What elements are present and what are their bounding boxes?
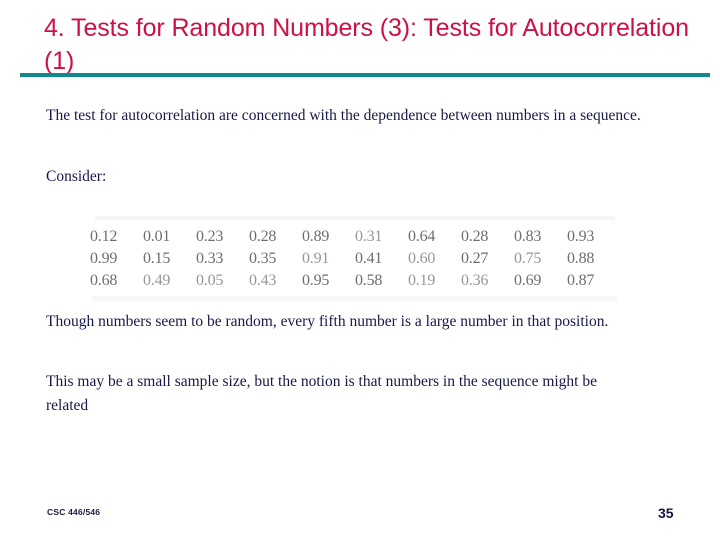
table-row: 0.68 0.49 0.05 0.43 0.95 0.58 0.19 0.36 … (90, 270, 620, 292)
grid-cell: 0.12 (90, 228, 118, 245)
footer-course-label: CSC 446/546 (47, 507, 101, 517)
grid-cell: 0.15 (143, 250, 171, 267)
grid-cell: 0.41 (355, 250, 383, 267)
page-title: 4. Tests for Random Numbers (3): Tests f… (44, 14, 696, 75)
grid-cell: 0.01 (143, 228, 171, 245)
scan-artifact-bottom (92, 296, 617, 301)
grid-cell: 0.05 (196, 272, 224, 289)
grid-cell: 0.89 (302, 228, 330, 245)
grid-cell: 0.28 (249, 228, 277, 245)
grid-cell: 0.83 (514, 228, 542, 245)
grid-cell: 0.33 (196, 250, 224, 267)
paragraph-consider: Consider: (46, 168, 107, 185)
title-divider-rule (20, 73, 710, 77)
grid-cell: 0.99 (90, 250, 118, 267)
random-number-grid: 0.12 0.01 0.23 0.28 0.89 0.31 0.64 0.28 … (90, 226, 620, 296)
grid-cell: 0.88 (567, 250, 595, 267)
grid-cell: 0.64 (408, 228, 436, 245)
scan-artifact-top (95, 216, 615, 220)
paragraph-intro: The test for autocorrelation are concern… (46, 107, 641, 124)
grid-cell: 0.36 (461, 272, 489, 289)
grid-cell: 0.49 (143, 272, 171, 289)
table-row: 0.12 0.01 0.23 0.28 0.89 0.31 0.64 0.28 … (90, 226, 620, 248)
grid-cell: 0.95 (302, 272, 330, 289)
grid-cell: 0.35 (249, 250, 277, 267)
table-row: 0.99 0.15 0.33 0.35 0.91 0.41 0.60 0.27 … (90, 248, 620, 270)
grid-cell: 0.28 (461, 228, 489, 245)
grid-cell: 0.87 (567, 272, 595, 289)
slide-canvas: 4. Tests for Random Numbers (3): Tests f… (0, 0, 720, 540)
grid-cell: 0.19 (408, 272, 436, 289)
grid-cell: 0.27 (461, 250, 489, 267)
grid-cell: 0.93 (567, 228, 595, 245)
grid-cell: 0.31 (355, 228, 383, 245)
grid-cell: 0.43 (249, 272, 277, 289)
grid-cell: 0.91 (302, 250, 330, 267)
grid-cell: 0.60 (408, 250, 436, 267)
grid-cell: 0.68 (90, 272, 118, 289)
grid-cell: 0.69 (514, 272, 542, 289)
paragraph-conclusion: This may be a small sample size, but the… (46, 373, 601, 414)
grid-cell: 0.23 (196, 228, 224, 245)
grid-cell: 0.75 (514, 250, 542, 267)
page-number: 35 (658, 505, 674, 521)
paragraph-observation: Though numbers seem to be random, every … (46, 313, 609, 330)
grid-cell: 0.58 (355, 272, 383, 289)
